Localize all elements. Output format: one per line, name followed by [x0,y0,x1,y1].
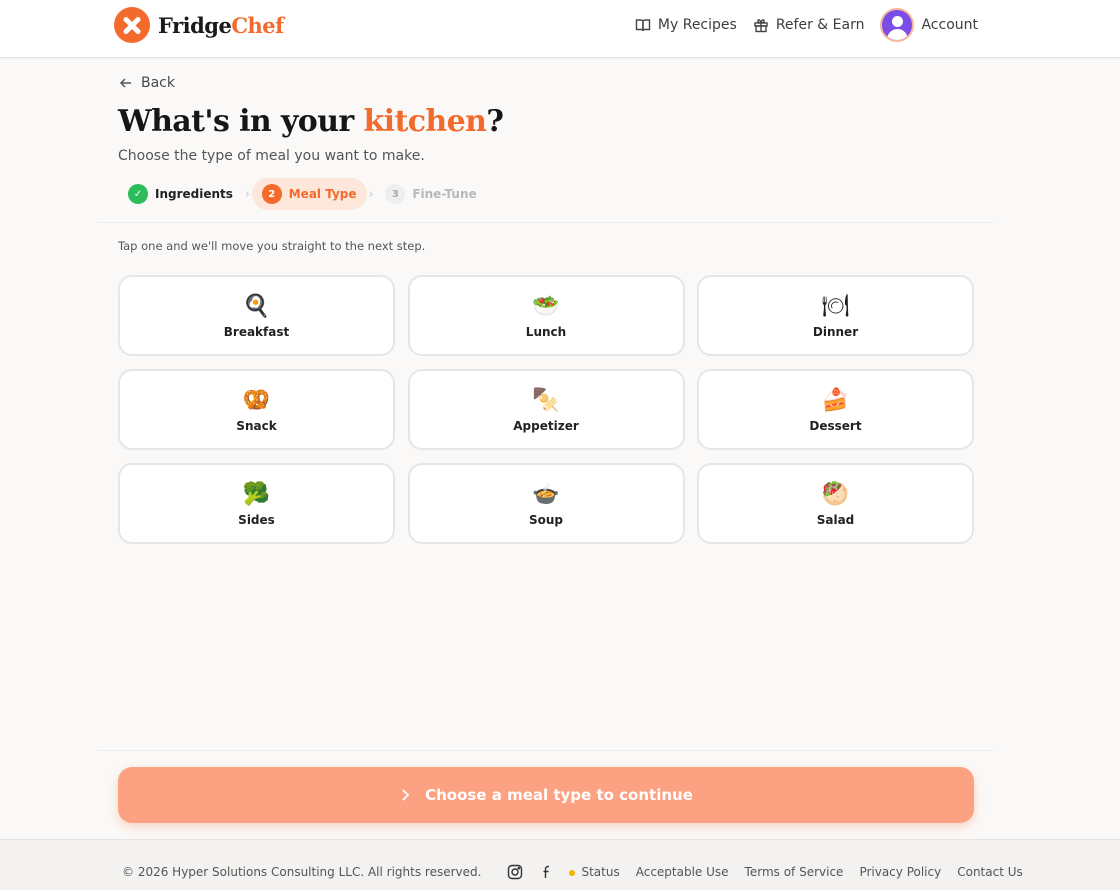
footer: © 2026 Hyper Solutions Consulting LLC. A… [0,839,1120,890]
meal-card-label: Sides [238,512,275,527]
footer-links: Acceptable Use Terms of Service Privacy … [636,865,1023,879]
step-meal-type[interactable]: 2 Meal Type [251,178,367,210]
divider [98,750,994,751]
meal-card-label: Soup [528,512,564,527]
meal-card-label: Dinner [812,324,859,339]
chevron-right-icon: › [244,187,250,201]
nav-refer-earn-label: Refer & Earn [775,17,865,33]
check-icon: ✓ [128,184,148,204]
footer-link-contact[interactable]: Contact Us [957,865,1023,879]
continue-button[interactable]: Choose a meal type to continue [118,767,974,823]
step-number: 2 [261,184,282,204]
facebook-icon[interactable] [539,864,555,880]
meal-card-label: Salad [816,512,855,527]
nav-my-recipes-label: My Recipes [657,17,737,33]
step-fine-tune: 3 Fine-Tune [375,178,486,210]
nav-refer-earn[interactable]: Refer & Earn [753,17,865,33]
meal-card-dessert[interactable]: 🍰 Dessert [697,369,974,450]
instagram-icon[interactable] [507,864,523,880]
meal-card-breakfast[interactable]: 🍳 Breakfast [118,275,395,356]
logo[interactable]: FridgeChef [114,7,284,43]
meal-card-appetizer[interactable]: 🍢 Appetizer [407,369,685,450]
meal-card-dinner[interactable]: 🍽 Dinner [697,275,974,356]
soup-icon: 🍲 [532,481,560,507]
continue-button-label: Choose a meal type to continue [425,786,693,804]
status-link[interactable]: Status [569,865,620,879]
appetizer-icon: 🍢 [532,387,560,413]
social-links [507,864,555,880]
meal-card-label: Dessert [809,418,862,433]
salad-icon: 🥙 [821,481,850,507]
meal-card-label: Breakfast [223,324,290,339]
meal-card-soup[interactable]: 🍲 Soup [407,463,685,544]
meal-type-grid: 🍳 Breakfast 🥗 Lunch 🍽 Dinner 🥨 Snack 🍢 Appeti… [118,275,974,544]
top-nav: My Recipes Refer & Earn Account [635,8,978,42]
meal-card-label: Lunch [525,324,567,339]
back-link[interactable]: Back [119,75,175,91]
meal-card-label: Snack [236,418,277,433]
top-header: FridgeChef My Recipes Refer & Earn Accou… [0,0,1120,58]
footer-link-acceptable-use[interactable]: Acceptable Use [636,865,729,879]
divider [98,222,994,223]
dinner-icon: 🍽 [821,293,850,319]
step-label: Fine-Tune [412,187,477,201]
nav-account-label: Account [921,17,978,33]
meal-card-sides[interactable]: 🥦 Sides [118,463,395,544]
arrow-left-icon [119,78,131,88]
meal-card-lunch[interactable]: 🥗 Lunch [407,275,685,356]
step-number: 3 [385,184,406,204]
avatar-icon [880,8,915,42]
nav-my-recipes[interactable]: My Recipes [635,17,737,33]
book-icon [635,19,651,32]
breakfast-icon: 🍳 [242,293,271,319]
footer-link-privacy[interactable]: Privacy Policy [859,865,941,879]
gift-icon [754,19,768,33]
page-subtitle: Choose the type of meal you want to make… [118,148,425,164]
meal-card-snack[interactable]: 🥨 Snack [118,369,395,450]
footer-link-terms[interactable]: Terms of Service [745,865,844,879]
meal-card-label: Appetizer [513,418,579,433]
meal-card-salad[interactable]: 🥙 Salad [697,463,974,544]
chevron-right-icon: › [368,187,374,201]
dessert-icon: 🍰 [821,387,850,413]
logo-text: FridgeChef [158,12,284,38]
lunch-icon: 🥗 [532,293,560,319]
status-dot-icon [569,870,576,876]
hint-text: Tap one and we'll move you straight to t… [118,239,426,253]
snack-icon: 🥨 [242,387,271,413]
step-ingredients[interactable]: ✓ Ingredients [118,178,243,210]
page-title: What's in your kitchen? [118,104,504,139]
sides-icon: 🥦 [242,481,271,507]
nav-account[interactable]: Account [880,8,978,42]
stepper: ✓ Ingredients › 2 Meal Type › 3 Fine-Tun… [118,178,487,210]
step-label: Meal Type [288,187,357,201]
step-label: Ingredients [155,187,233,201]
footer-content: © 2026 Hyper Solutions Consulting LLC. A… [122,864,1023,880]
logo-icon [114,7,150,43]
copyright: © 2026 Hyper Solutions Consulting LLC. A… [122,865,482,879]
chevron-right-icon [402,789,410,801]
back-label: Back [141,75,175,91]
